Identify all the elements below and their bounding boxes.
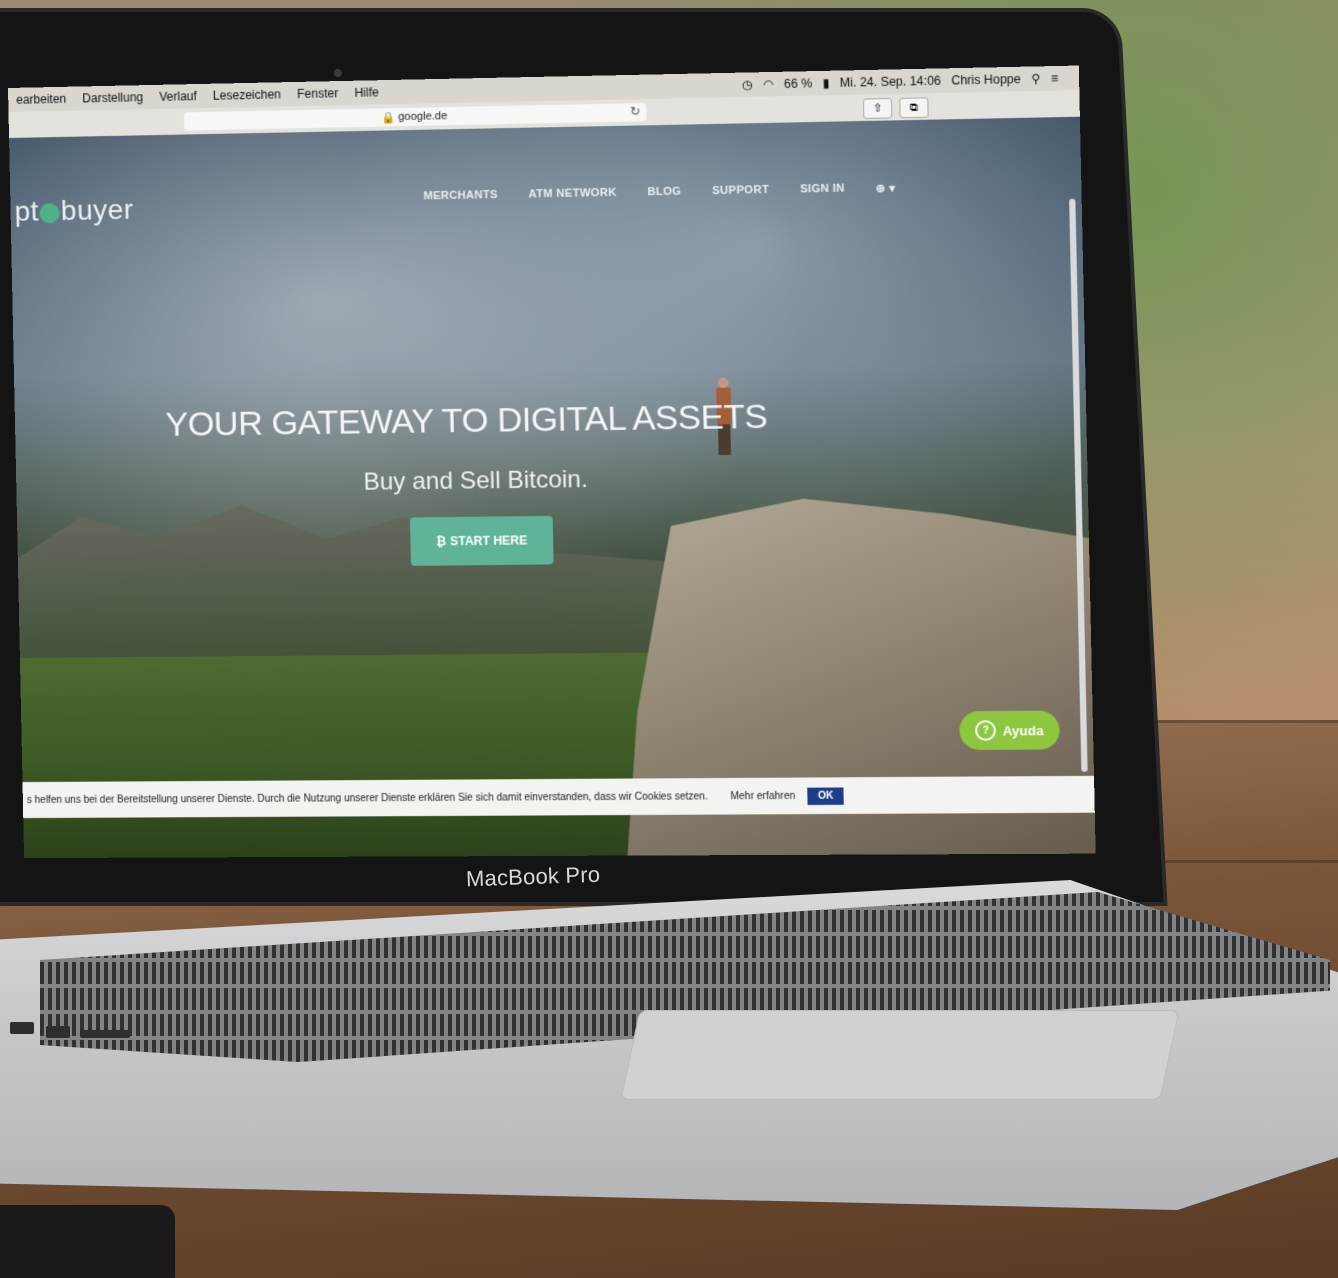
site-nav: MERCHANTS ATM NETWORK BLOG SUPPORT SIGN … <box>423 182 895 204</box>
menu-help[interactable]: Hilfe <box>346 85 387 100</box>
hero-subheadline: Buy and Sell Bitcoin. <box>363 465 589 496</box>
nav-merchants[interactable]: MERCHANTS <box>423 189 498 203</box>
site-logo[interactable]: pt buyer <box>14 194 134 228</box>
hero-background: pt buyer MERCHANTS ATM NETWORK BLOG SUPPO… <box>9 116 1095 859</box>
logo-mark-icon <box>39 202 61 224</box>
globe-icon[interactable]: ⊕ ▾ <box>876 182 896 196</box>
valley <box>19 652 653 859</box>
nav-blog[interactable]: BLOG <box>647 186 681 200</box>
menu-window[interactable]: Fenster <box>289 86 347 101</box>
nav-support[interactable]: SUPPORT <box>712 184 769 198</box>
hero-headline: YOUR GATEWAY TO DIGITAL ASSETS <box>164 397 768 445</box>
start-here-button[interactable]: ₿ START HERE <box>409 515 554 566</box>
nav-sign-in[interactable]: SIGN IN <box>800 182 845 196</box>
clock-icon[interactable]: ◷ <box>742 77 753 91</box>
search-icon[interactable]: ⚲ <box>1031 71 1040 86</box>
tabs-icon[interactable]: ⧉ <box>899 97 929 119</box>
battery-percent: 66 % <box>783 76 813 92</box>
cookie-text: s helfen uns bei der Bereitstellung unse… <box>26 790 708 806</box>
question-icon: ? <box>975 720 997 741</box>
url-text: google.de <box>398 110 448 124</box>
menu-view[interactable]: Darstellung <box>74 90 151 106</box>
help-button[interactable]: ? Ayuda <box>959 710 1060 751</box>
dark-object <box>0 1205 175 1278</box>
share-icon[interactable]: ⇧ <box>862 98 893 119</box>
menu-bookmarks[interactable]: Lesezeichen <box>205 87 289 103</box>
cookie-ok-button[interactable]: OK <box>807 786 845 805</box>
photo-scene: earbeiten Darstellung Verlauf Lesezeiche… <box>0 0 1338 1278</box>
learn-more-link[interactable]: Mehr erfahren <box>730 790 795 802</box>
side-ports <box>10 1018 150 1048</box>
camera-icon <box>333 69 343 77</box>
wifi-icon[interactable]: ◠ <box>763 77 774 91</box>
reload-icon[interactable]: ↻ <box>630 104 641 118</box>
trackpad[interactable] <box>620 1010 1180 1100</box>
lock-icon: 🔒 <box>381 111 399 125</box>
bitcoin-icon: ₿ <box>435 534 447 549</box>
menu-history[interactable]: Verlauf <box>151 89 205 104</box>
list-icon[interactable]: ≡ <box>1051 71 1059 85</box>
date-time[interactable]: Mi. 24. Sep. 14:06 <box>840 74 941 90</box>
battery-icon[interactable]: ▮ <box>823 76 830 90</box>
user-name[interactable]: Chris Hoppe <box>951 72 1021 88</box>
cookie-banner: s helfen uns bei der Bereitstellung unse… <box>22 775 1095 819</box>
menu-edit[interactable]: earbeiten <box>8 92 74 107</box>
nav-atm-network[interactable]: ATM NETWORK <box>528 187 616 202</box>
laptop-brand-label: MacBook Pro <box>465 861 601 892</box>
laptop-screen: earbeiten Darstellung Verlauf Lesezeiche… <box>8 65 1096 859</box>
